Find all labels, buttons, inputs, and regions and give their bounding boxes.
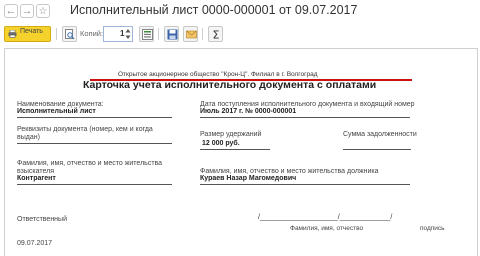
window-title: Исполнительный лист 0000-000001 от 09.07… — [70, 3, 358, 17]
sum-button[interactable]: Σ — [208, 26, 223, 42]
copies-label: Копий: — [80, 29, 104, 38]
document-date: 09.07.2017 — [17, 240, 53, 247]
doc-name-underline — [17, 117, 172, 118]
spinner-arrows-icon[interactable] — [125, 28, 131, 40]
star-icon: ☆ — [38, 6, 48, 17]
toolbar-divider — [56, 28, 57, 40]
floppy-disk-icon — [167, 29, 178, 40]
preview-icon — [65, 29, 75, 40]
debtor-underline — [200, 184, 410, 185]
arrow-right-icon: → — [21, 5, 33, 17]
forward-button[interactable]: → — [20, 4, 34, 18]
back-button[interactable]: ← — [4, 4, 18, 18]
document-area: Открытое акционерное общество "Крон-Ц". … — [4, 48, 478, 256]
debtor-value: Кураев Назар Магомедович — [200, 175, 297, 182]
requisites-label-2: выдан) — [17, 134, 40, 141]
title-bar: ← → ☆ Исполнительный лист 0000-000001 от… — [0, 0, 480, 24]
print-button-label: Печать — [20, 28, 43, 35]
arrow-left-icon: ← — [5, 5, 17, 17]
toolbar: Печать Копий: 1 Σ — [0, 26, 480, 44]
deduction-label: Размер удержаний — [200, 131, 262, 138]
collector-value: Контрагент — [17, 175, 56, 182]
signature-caption-name: Фамилия, имя, отчество — [290, 225, 364, 232]
sigma-icon: Σ — [213, 29, 220, 40]
responsible-label: Ответственный — [17, 216, 67, 223]
favorite-button[interactable]: ☆ — [36, 4, 50, 18]
deduction-underline — [200, 149, 270, 150]
debt-underline — [343, 149, 411, 150]
svg-text:Σ: Σ — [213, 29, 220, 40]
copies-value: 1 — [120, 29, 125, 38]
receipt-value: Июль 2017 г. № 0000-000001 — [200, 108, 297, 115]
collector-underline — [17, 184, 172, 185]
doc-name-value: Исполнительный лист — [17, 108, 96, 115]
toolbar-divider — [158, 28, 159, 40]
page-setup-button[interactable] — [139, 26, 154, 42]
organization-name: Открытое акционерное общество "Крон-Ц". … — [118, 71, 318, 78]
copies-input[interactable]: 1 — [103, 26, 133, 42]
receipt-underline — [200, 117, 410, 118]
signature-line: /____________________/_____________/ — [258, 214, 393, 221]
save-button[interactable] — [164, 26, 179, 42]
deduction-value: 12 000 руб. — [202, 140, 240, 147]
debt-label: Сумма задолженности — [343, 131, 417, 138]
send-email-button[interactable] — [183, 26, 198, 42]
envelope-icon — [186, 30, 197, 39]
requisites-underline — [17, 143, 172, 144]
signature-caption-sign: подпись — [420, 225, 445, 232]
printer-icon — [8, 30, 17, 38]
document-title: Карточка учета исполнительного документа… — [83, 79, 377, 91]
print-button[interactable]: Печать — [4, 26, 51, 42]
preview-button[interactable] — [62, 26, 77, 42]
page-setup-icon — [142, 29, 153, 40]
toolbar-divider — [202, 28, 203, 40]
